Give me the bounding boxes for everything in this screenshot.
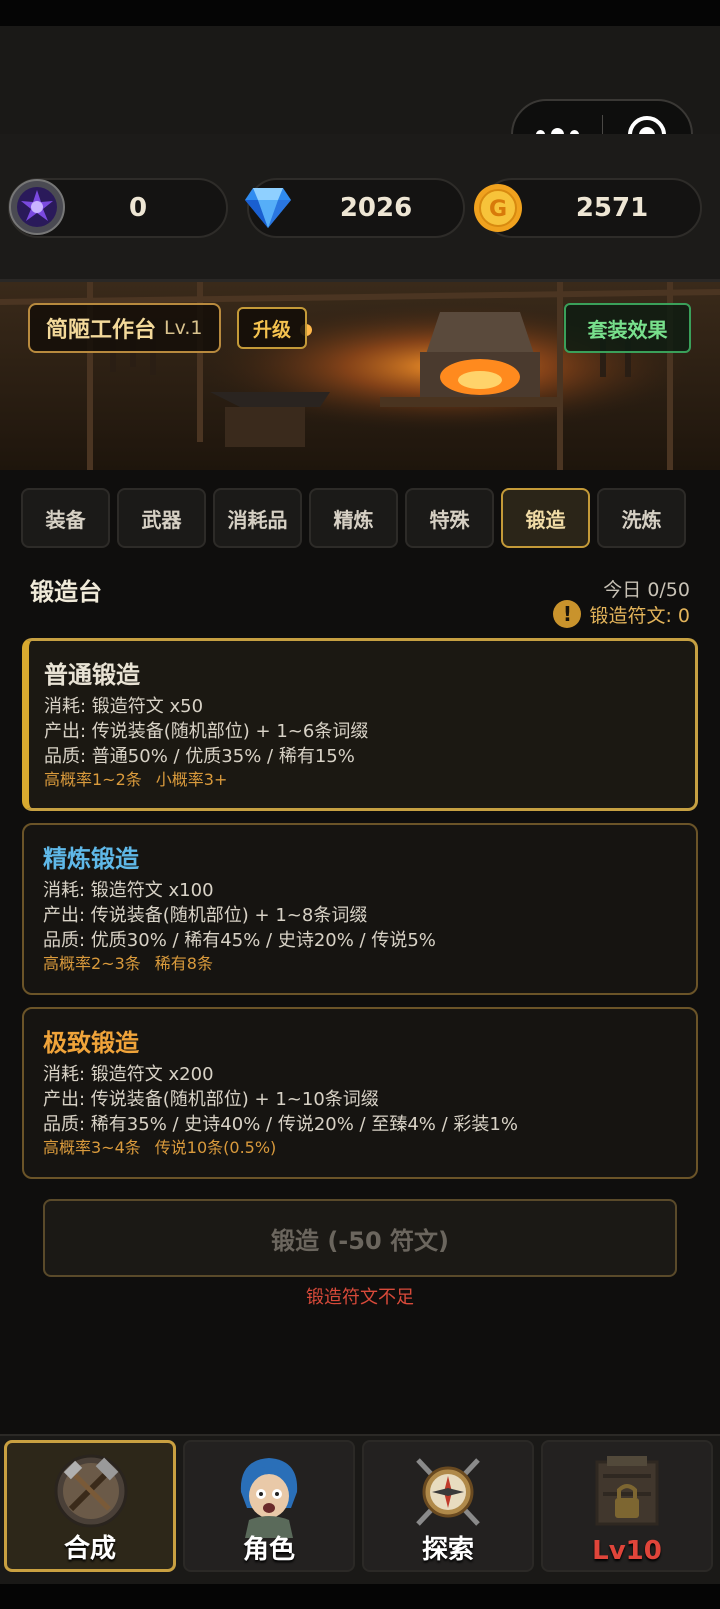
warning-icon: ! — [553, 600, 582, 628]
option-title: 精炼锻造 — [43, 845, 139, 873]
option-hints: 高概率2~3条 稀有8条 — [43, 954, 213, 973]
workshop-label: 简陋工作台 Lv.1 — [28, 303, 221, 353]
daily-count: 今日 0/50 — [603, 579, 690, 601]
upgrade-button[interactable]: 升级 — [237, 307, 307, 349]
nav-explore[interactable]: 探索 — [362, 1440, 534, 1572]
forge-station-title: 锻造台 — [30, 578, 102, 606]
locked-shop-icon — [595, 1456, 659, 1526]
option-hints: 高概率3~4条 传说10条(0.5%) — [43, 1138, 277, 1157]
rune-count: ! 锻造符文: 0 — [553, 600, 690, 628]
app-screen: 0 2026 G 2571 简陋工作台 Lv.1 升级 套装效果 装备 武器 消… — [0, 0, 720, 1609]
status-bar — [0, 0, 720, 26]
option-output: 产出: 传说装备(随机部位) + 1~10条词缀 — [43, 1089, 379, 1110]
nav-label: Lv10 — [592, 1536, 662, 1566]
nav-label: 探索 — [421, 1535, 474, 1565]
nav-label: 合成 — [63, 1534, 116, 1564]
gold-value: 2571 — [575, 193, 649, 223]
svg-text:G: G — [489, 197, 507, 222]
diamond-currency: 2026 — [245, 178, 465, 238]
nav-character[interactable]: 角色 — [183, 1440, 355, 1572]
tab-weapons[interactable]: 武器 — [117, 488, 206, 548]
option-cost: 消耗: 锻造符文 x50 — [44, 696, 204, 717]
nav-label: 角色 — [242, 1535, 295, 1565]
option-quality: 品质: 优质30% / 稀有45% / 史诗20% / 传说5% — [43, 930, 436, 951]
compass-swords-icon — [416, 1458, 480, 1526]
workshop-level: Lv.1 — [164, 317, 203, 339]
gold-coin-icon: G — [474, 184, 522, 232]
option-hints: 高概率1~2条 小概率3+ — [44, 770, 228, 789]
set-effect-button[interactable]: 套装效果 — [564, 303, 691, 353]
option-quality: 品质: 稀有35% / 史诗40% / 传说20% / 至臻4% / 彩装1% — [43, 1114, 518, 1135]
workshop-name: 简陋工作台 — [46, 318, 157, 343]
option-cost: 消耗: 锻造符文 x200 — [43, 1064, 214, 1085]
forge-option-normal[interactable]: 普通锻造 消耗: 锻造符文 x50 产出: 传说装备(随机部位) + 1~6条词… — [22, 638, 698, 811]
home-indicator-area — [0, 1584, 720, 1609]
tab-consumables[interactable]: 消耗品 — [213, 488, 302, 548]
diamond-value: 2026 — [339, 193, 413, 223]
rune-currency: 0 — [8, 178, 228, 238]
tab-special[interactable]: 特殊 — [405, 488, 494, 548]
gold-currency: G 2571 — [474, 178, 702, 238]
rune-count-text: 锻造符文: 0 — [589, 604, 690, 627]
tab-refine[interactable]: 精炼 — [309, 488, 398, 548]
option-cost: 消耗: 锻造符文 x100 — [43, 880, 214, 901]
option-output: 产出: 传说装备(随机部位) + 1~8条词缀 — [43, 905, 368, 926]
forge-button[interactable]: 锻造 (-50 符文) — [43, 1199, 677, 1277]
tab-reroll[interactable]: 洗炼 — [597, 488, 686, 548]
option-title: 极致锻造 — [43, 1029, 139, 1057]
insufficient-runes-message: 锻造符文不足 — [306, 1287, 414, 1308]
nav-crafting[interactable]: 合成 — [4, 1440, 176, 1572]
tab-forge[interactable]: 锻造 — [501, 488, 590, 548]
rune-value: 0 — [128, 193, 148, 223]
forge-option-refined[interactable]: 精炼锻造 消耗: 锻造符文 x100 产出: 传说装备(随机部位) + 1~8条… — [22, 823, 698, 995]
nav-locked-shop[interactable]: Lv10 — [541, 1440, 713, 1572]
character-portrait-icon — [240, 1458, 298, 1538]
diamond-icon — [245, 188, 291, 228]
crafting-tools-icon — [54, 1454, 128, 1528]
option-output: 产出: 传说装备(随机部位) + 1~6条词缀 — [44, 721, 369, 742]
tab-equipment[interactable]: 装备 — [21, 488, 110, 548]
option-quality: 品质: 普通50% / 优质35% / 稀有15% — [44, 746, 355, 767]
forge-option-ultimate[interactable]: 极致锻造 消耗: 锻造符文 x200 产出: 传说装备(随机部位) + 1~10… — [22, 1007, 698, 1179]
option-title: 普通锻造 — [44, 661, 140, 689]
